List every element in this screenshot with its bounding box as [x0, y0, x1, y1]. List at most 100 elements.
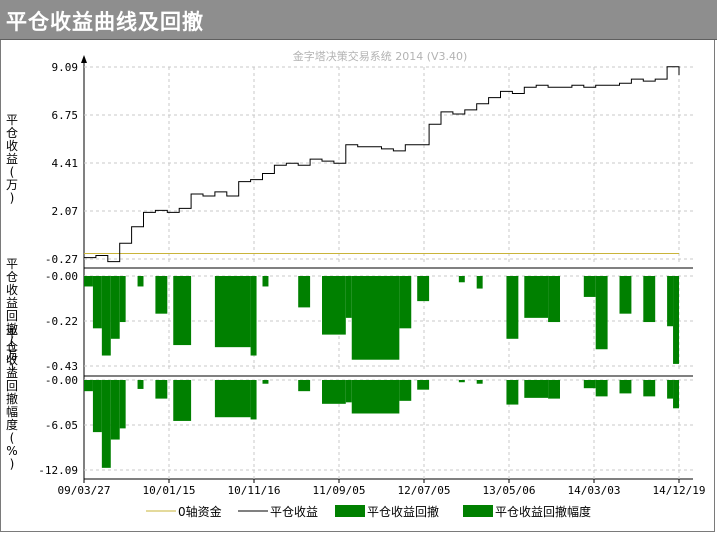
drawdown-bar — [476, 276, 483, 289]
drawdown-bar — [548, 380, 560, 399]
y-axis-label-char: 仓 — [6, 340, 18, 354]
drawdown-bar — [345, 276, 352, 318]
drawdown-bar — [101, 380, 111, 468]
y-tick-label: -0.43 — [45, 360, 78, 373]
y-tick-label: -12.09 — [38, 464, 78, 477]
y-axis-label-char: % — [6, 444, 17, 458]
drawdown-bar — [595, 276, 608, 350]
drawdown-bar — [92, 380, 102, 433]
x-tick-label: 13/05/06 — [483, 484, 536, 497]
x-tick-label: 10/11/16 — [228, 484, 281, 497]
drawdown-bar — [548, 276, 560, 323]
legend-label: 0轴资金 — [178, 504, 222, 519]
y-axis-label-char: ( — [10, 431, 15, 445]
drawdown-bar — [137, 380, 144, 389]
x-tick-label: 12/07/05 — [398, 484, 451, 497]
y-axis-label-char: 益 — [6, 152, 18, 166]
chart-subtitle: 金字塔决策交易系统 2014 (V3.40) — [293, 49, 468, 63]
drawdown-bar — [583, 380, 596, 389]
drawdown-bar — [524, 380, 549, 398]
drawdown-bar — [351, 380, 400, 414]
y-tick-label: -0.27 — [45, 253, 78, 266]
drawdown-bar — [619, 380, 632, 394]
y-axis-label-profit: 平仓收益(万) — [6, 113, 18, 205]
drawdown-bar — [214, 380, 251, 418]
drawdown-bar — [673, 380, 679, 409]
drawdown-bar — [506, 380, 519, 405]
profit-chart: 金字塔决策交易系统 2014 (V3.40) 9.09 6.75 4.41 2.07 -… — [6, 49, 706, 519]
x-tick-label: 14/03/03 — [568, 484, 621, 497]
drawdown-bar — [322, 276, 346, 335]
drawdown-bar — [262, 380, 269, 384]
drawdown-bar — [643, 276, 656, 323]
legend-label: 平仓收益 — [270, 505, 318, 519]
drawdown-bar — [173, 276, 192, 346]
drawdown-bar — [667, 380, 674, 399]
y-axis-label-char: 平 — [6, 327, 18, 341]
drawdown-bar — [110, 276, 120, 339]
drawdown-bar — [417, 380, 430, 390]
y-tick-label: -6.05 — [45, 419, 78, 432]
drawdown-bar — [458, 276, 465, 283]
x-tick-label: 11/09/05 — [313, 484, 366, 497]
drawdown-bar — [506, 276, 519, 339]
drawdown-bar — [667, 276, 674, 327]
y-axis-label-char: 回 — [6, 379, 18, 393]
drawdown-bar — [399, 276, 412, 329]
drawdown-bar — [214, 276, 251, 348]
drawdown-bar — [476, 380, 483, 384]
y-axis-label-char: 平 — [6, 113, 18, 127]
y-axis-label-char: 收 — [6, 283, 18, 297]
drawdown-bar — [458, 380, 465, 383]
x-tick-label: 10/01/15 — [143, 484, 196, 497]
drawdown-bar — [119, 276, 126, 323]
drawdown-bar — [351, 276, 400, 360]
legend-label: 平仓收益回撤 — [367, 504, 439, 519]
y-tick-label: -0.00 — [45, 270, 78, 283]
drawdown-bar — [101, 276, 111, 356]
drawdown-bar — [250, 380, 257, 420]
drawdown-bar — [92, 276, 102, 329]
y-tick-label: -0.00 — [45, 374, 78, 387]
y-axis-label-char: 度 — [6, 417, 18, 432]
drawdown-bar — [137, 276, 144, 287]
y-axis-label-char: ) — [10, 191, 15, 205]
y-axis-label-char: 万 — [6, 178, 18, 192]
drawdown-bar — [619, 276, 632, 314]
drawdown-bar — [417, 276, 430, 302]
y-axis-label-char: 仓 — [6, 270, 18, 284]
y-axis-label-char: 仓 — [6, 126, 18, 140]
y-tick-label: 6.75 — [52, 109, 79, 122]
drawdown-bar — [322, 380, 346, 404]
y-axis-label-char: 收 — [6, 353, 18, 367]
drawdown-bar — [298, 380, 311, 392]
drawdown-bar — [84, 276, 93, 287]
y-axis-label-char: 收 — [6, 139, 18, 153]
drawdown-bar — [524, 276, 549, 318]
drawdown-bar — [84, 380, 93, 392]
drawdown-bar — [595, 380, 608, 397]
drawdown-bar — [399, 380, 412, 401]
y-axis-label-char: ( — [10, 165, 15, 179]
drawdown-bar — [345, 380, 352, 403]
y-axis-label-char: 回 — [6, 309, 18, 323]
legend-swatch — [335, 505, 365, 517]
y-axis-label-char: ) — [10, 457, 15, 471]
drawdown-bar — [673, 276, 679, 364]
drawdown-bar — [250, 276, 257, 356]
drawdown-bar — [155, 380, 168, 399]
y-tick-label: -0.22 — [45, 315, 78, 328]
y-tick-label: 4.41 — [52, 157, 79, 170]
y-axis-label-drawdown_pct: 平仓收益回撤幅度(%) — [6, 327, 18, 471]
drawdown-bar — [643, 380, 656, 397]
drawdown-bar — [583, 276, 596, 297]
y-axis-label-char: 平 — [6, 257, 18, 271]
drawdown-bar — [262, 276, 269, 287]
y-axis-label-char: 幅 — [6, 404, 18, 419]
y-axis-arrow — [81, 55, 87, 63]
y-axis-label-char: 益 — [6, 366, 18, 380]
drawdown-bar — [173, 380, 192, 421]
y-axis-label-char: 撤 — [6, 391, 18, 406]
drawdown-bar — [298, 276, 311, 308]
y-axis-label-char: 益 — [6, 296, 18, 310]
